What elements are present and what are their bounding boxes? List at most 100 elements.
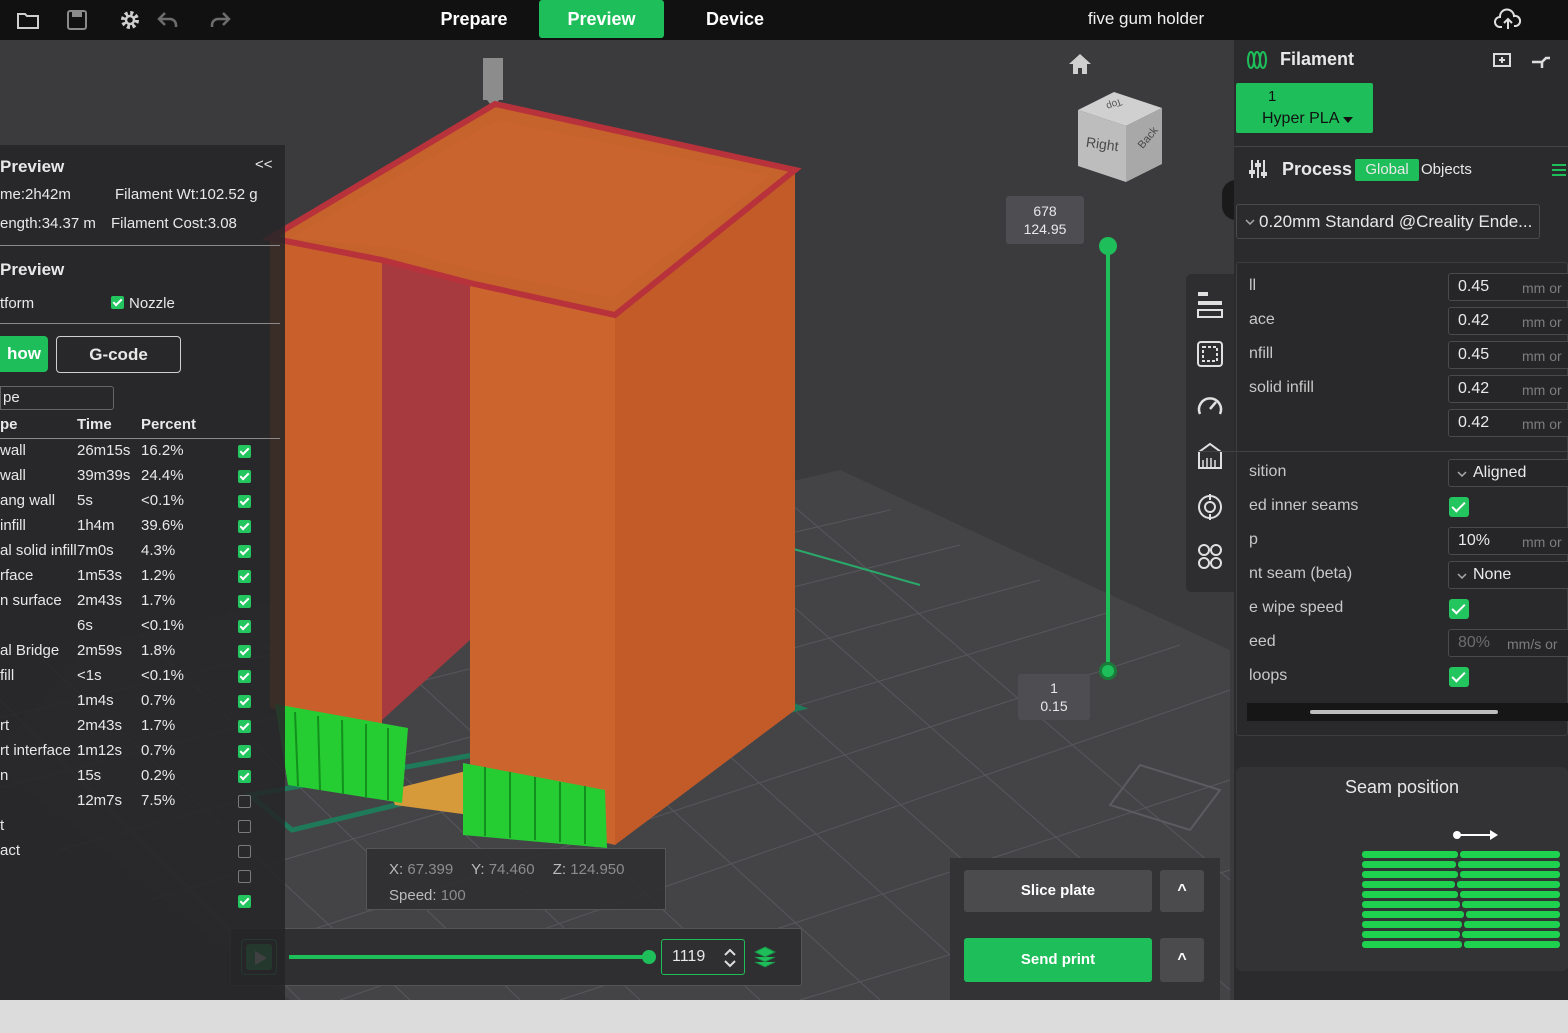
process-profile-select[interactable]: 0.20mm Standard @Creality Ende... xyxy=(1236,204,1540,239)
setting-label: p xyxy=(1249,531,1258,548)
stepper-arrows-icon[interactable] xyxy=(722,946,738,970)
estimated-time: me:2h42m xyxy=(0,186,71,203)
layers-icon[interactable] xyxy=(1196,288,1224,325)
move-slider-track[interactable] xyxy=(289,950,656,964)
layer-top-number: 678 xyxy=(1033,203,1057,219)
setting-input[interactable]: 80% mm/s or xyxy=(1448,629,1568,657)
layers-stack-icon[interactable] xyxy=(753,945,777,969)
legend-row-checkbox[interactable] xyxy=(238,645,251,658)
send-expand-button[interactable]: ^ xyxy=(1160,938,1204,982)
legend-row-checkbox[interactable] xyxy=(238,445,251,458)
legend-row-checkbox[interactable] xyxy=(238,470,251,483)
setting-input[interactable]: 10% mm or xyxy=(1448,527,1568,555)
setting-checkbox[interactable] xyxy=(1449,497,1469,517)
setting-input[interactable]: 0.42 mm or xyxy=(1448,409,1568,437)
slice-expand-button[interactable]: ^ xyxy=(1160,870,1204,912)
layer-slider-track[interactable] xyxy=(1106,246,1110,674)
setting-select[interactable]: None xyxy=(1448,561,1568,589)
nozzle-label: Nozzle xyxy=(129,295,175,312)
view-cube[interactable]: Top Right Back xyxy=(1074,88,1166,188)
save-icon[interactable] xyxy=(65,8,89,32)
legend-row-checkbox[interactable] xyxy=(238,845,251,858)
legend-row-checkbox[interactable] xyxy=(238,745,251,758)
redo-icon[interactable] xyxy=(208,8,232,32)
select-box-icon[interactable] xyxy=(1196,340,1224,375)
document-title: five gum holder xyxy=(1087,9,1205,28)
layer-slider-top-handle[interactable] xyxy=(1099,237,1117,255)
setting-checkbox[interactable] xyxy=(1449,667,1469,687)
gcode-button[interactable]: G-code xyxy=(56,336,181,373)
paint-support-icon[interactable] xyxy=(1196,440,1224,475)
move-number-input[interactable]: 1119 xyxy=(661,939,745,975)
scrollbar-thumb[interactable] xyxy=(1310,710,1498,714)
open-folder-icon[interactable] xyxy=(16,8,40,32)
legend-row-checkbox[interactable] xyxy=(238,570,251,583)
cloud-upload-icon[interactable] xyxy=(1494,8,1522,32)
tab-preview[interactable]: Preview xyxy=(539,0,664,38)
legend-row-percent: 1.7% xyxy=(141,717,176,734)
home-icon[interactable] xyxy=(1066,52,1094,76)
tab-device[interactable]: Device xyxy=(680,0,790,38)
legend-row-checkbox[interactable] xyxy=(238,795,251,808)
layer-top-height: 124.95 xyxy=(1023,221,1067,237)
setting-input[interactable]: 0.45 mm or xyxy=(1448,341,1568,369)
col-time-header: Time xyxy=(77,416,112,433)
filament-settings-icon[interactable] xyxy=(1530,50,1552,70)
settings-gear-icon[interactable] xyxy=(118,8,142,32)
slice-plate-button[interactable]: Slice plate xyxy=(964,870,1152,912)
setting-checkbox[interactable] xyxy=(1449,599,1469,619)
legend-row-checkbox[interactable] xyxy=(238,820,251,833)
process-profile-value: 0.20mm Standard @Creality Ende... xyxy=(1259,212,1533,231)
settings-list: ll 0.45 mm or ace 0.42 mm or nfill 0.45 mm or sol… xyxy=(1197,262,1568,736)
3d-viewport[interactable]: Top Right Back 678 124.95 1 0.15 X: 67.3… xyxy=(0,40,1234,1000)
platform-label: tform xyxy=(0,295,35,312)
filament-slot-1[interactable]: 1 Hyper PLA xyxy=(1236,83,1373,133)
layer-bottom-label: 1 0.15 xyxy=(1018,674,1090,720)
setting-select[interactable]: Aligned xyxy=(1448,459,1568,487)
speed-label: Speed: xyxy=(389,887,437,904)
legend-row-percent: <0.1% xyxy=(141,492,184,509)
setting-unit: mm/s or xyxy=(1507,636,1558,652)
legend-row-checkbox[interactable] xyxy=(238,545,251,558)
collapse-button[interactable]: << xyxy=(255,155,273,175)
speed-gauge-icon[interactable] xyxy=(1196,392,1224,425)
filament-spool-icon xyxy=(1247,51,1267,69)
setting-unit: mm or xyxy=(1522,348,1562,364)
panel-collapse-tab[interactable] xyxy=(1222,180,1234,220)
legend-row-checkbox[interactable] xyxy=(238,770,251,783)
move-slider-handle[interactable] xyxy=(642,950,656,964)
setting-input[interactable]: 0.45 mm or xyxy=(1448,273,1568,301)
legend-row-percent: 0.2% xyxy=(141,767,176,784)
legend-row-checkbox[interactable] xyxy=(238,870,251,883)
setting-input[interactable]: 0.42 mm or xyxy=(1448,307,1568,335)
line-type-select[interactable]: pe xyxy=(0,386,114,410)
nozzle-checkbox[interactable] xyxy=(111,296,124,309)
speed-value: 100 xyxy=(440,887,466,904)
advanced-toggle-icon[interactable] xyxy=(1550,162,1568,178)
show-button[interactable]: how xyxy=(0,336,48,372)
legend-row-checkbox[interactable] xyxy=(238,895,251,908)
settings-scrollbar[interactable] xyxy=(1247,703,1568,721)
setting-input[interactable]: 0.42 mm or xyxy=(1448,375,1568,403)
legend-row-checkbox[interactable] xyxy=(238,695,251,708)
legend-row-name: act xyxy=(0,842,21,859)
x-label: X: xyxy=(389,861,404,878)
legend-row-checkbox[interactable] xyxy=(238,720,251,733)
legend-row-checkbox[interactable] xyxy=(238,595,251,608)
assembly-icon[interactable] xyxy=(1196,542,1224,577)
undo-icon[interactable] xyxy=(156,8,180,32)
layer-top-label: 678 124.95 xyxy=(1006,196,1084,244)
legend-row-checkbox[interactable] xyxy=(238,520,251,533)
legend-row-checkbox[interactable] xyxy=(238,670,251,683)
layer-slider-bottom-handle[interactable] xyxy=(1099,662,1117,680)
legend-row-checkbox[interactable] xyxy=(238,620,251,633)
tab-prepare[interactable]: Prepare xyxy=(420,0,528,38)
filament-sync-icon[interactable] xyxy=(1492,50,1512,70)
setting-value: 0.42 xyxy=(1458,312,1490,329)
filament-length: ength:34.37 m xyxy=(0,215,96,232)
seam-target-icon[interactable] xyxy=(1196,492,1224,527)
legend-row-checkbox[interactable] xyxy=(238,495,251,508)
tab-objects[interactable]: Objects xyxy=(1421,161,1472,178)
send-print-button[interactable]: Send print xyxy=(964,938,1152,982)
tab-global[interactable]: Global xyxy=(1355,159,1419,181)
